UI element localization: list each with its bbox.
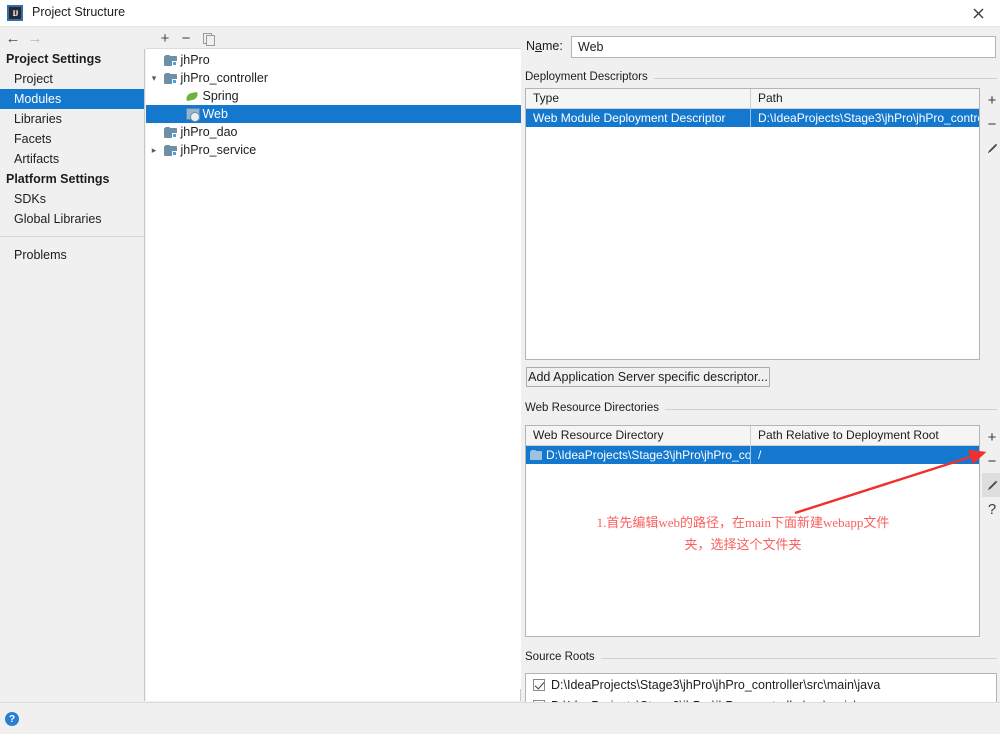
sidebar-item-global-libraries[interactable]: Global Libraries [0,209,144,229]
module-folder-icon [164,145,177,156]
module-folder-icon [164,55,177,66]
source-root-path: D:\IdeaProjects\Stage3\jhPro\jhPro_contr… [551,677,881,692]
sidebar-item-modules[interactable]: Modules [0,89,144,109]
project-structure-dialog: IJ Project Structure ← → Project Setting… [0,0,1000,734]
tree-node-spring[interactable]: Spring [146,87,521,105]
sidebar-item-facets[interactable]: Facets [0,129,144,149]
module-folder-icon [164,73,177,84]
cell-relative-path: / [750,446,979,464]
column-header-type[interactable]: Type [526,89,750,108]
tree-node-label: jhPro_controller [180,71,269,85]
remove-web-resource-icon[interactable]: − [982,449,1000,473]
add-web-resource-icon[interactable]: + [982,425,1000,449]
edit-web-resource-pencil-icon[interactable] [982,473,1000,497]
table-header-row: Type Path [526,89,979,109]
edit-descriptor-pencil-icon[interactable] [982,136,1000,160]
tree-node-jhpro[interactable]: jhPro [146,51,521,69]
window-title: Project Structure [32,5,126,19]
module-tree-panel: + − jhPro ▾ jhPro_controller Spring Web … [146,27,521,701]
help-icon[interactable]: ? [5,712,19,726]
checkbox-icon[interactable] [533,678,545,691]
tree-node-web[interactable]: Web [146,105,521,123]
cell-text: D:\IdeaProjects\Stage3\jhPro\jhPro_co... [546,448,750,462]
module-tree-list[interactable]: jhPro ▾ jhPro_controller Spring Web jhPr… [146,49,521,689]
web-resource-directories-caption: Web Resource Directories [525,402,997,416]
tree-node-jhpro-service[interactable]: ▸ jhPro_service [146,141,521,159]
dialog-footer: ? OK Cancel Apply [0,702,1000,734]
annotation-line-1: 1.首先编辑web的路径，在main下面新建webapp文件 [596,515,890,530]
deployment-descriptors-toolbar: + − [982,88,1000,160]
settings-sidebar: Project Settings Project Modules Librari… [0,49,145,701]
cell-web-resource-directory: D:\IdeaProjects\Stage3\jhPro\jhPro_co... [526,446,750,464]
tree-node-label: Spring [202,89,239,103]
column-header-path[interactable]: Path [750,89,979,108]
close-icon[interactable] [956,0,1000,27]
module-name-input[interactable]: Web [571,36,996,58]
column-header-path-relative[interactable]: Path Relative to Deployment Root [750,426,979,445]
add-module-icon[interactable]: + [155,28,175,48]
module-name-row: Name: Web [526,36,996,58]
idea-icon: IJ [7,5,23,21]
annotation-text: 1.首先编辑web的路径，在main下面新建webapp文件 夹，选择这个文件夹 [508,512,978,556]
table-header-row: Web Resource Directory Path Relative to … [526,426,979,446]
copy-module-icon[interactable] [198,28,218,48]
deployment-descriptors-table[interactable]: Type Path Web Module Deployment Descript… [525,88,980,360]
back-arrow-icon[interactable]: ← [4,30,22,46]
tree-node-jhpro-dao[interactable]: jhPro_dao [146,123,521,141]
add-descriptor-icon[interactable]: + [982,88,1000,112]
column-header-web-resource-directory[interactable]: Web Resource Directory [526,426,750,445]
button-label: Add Application Server specific descript… [528,370,768,384]
tree-node-label: jhPro_service [180,143,257,157]
remove-module-icon[interactable]: − [176,28,196,48]
cell-type: Web Module Deployment Descriptor [533,111,726,125]
sidebar-divider [0,236,144,237]
chevron-right-icon[interactable]: ▸ [148,141,160,159]
spring-icon [186,91,199,102]
web-icon [186,108,200,122]
sidebar-item-sdks[interactable]: SDKs [0,189,144,209]
sidebar-item-libraries[interactable]: Libraries [0,109,144,129]
forward-arrow-icon[interactable]: → [26,30,44,46]
sidebar-item-project[interactable]: Project [0,69,144,89]
folder-icon [530,450,542,460]
title-bar: IJ Project Structure [0,0,1000,27]
module-name-label: Name: [526,39,563,53]
add-application-server-descriptor-button[interactable]: Add Application Server specific descript… [526,367,770,387]
module-folder-icon [164,127,177,138]
annotation-line-2: 夹，选择这个文件夹 [684,537,802,552]
sidebar-item-problems[interactable]: Problems [0,245,144,265]
navigation-row: ← → [0,27,145,49]
cell-path: D:\IdeaProjects\Stage3\jhPro\jhPro_contr… [750,109,979,127]
web-resource-help-icon[interactable]: ? [982,497,1000,521]
table-row[interactable]: D:\IdeaProjects\Stage3\jhPro\jhPro_co...… [526,446,979,464]
sidebar-group-project-settings: Project Settings [6,52,102,66]
source-roots-caption: Source Roots [525,651,997,665]
module-detail-panel: Name: Web Deployment Descriptors Type Pa… [522,27,1000,729]
web-resource-directories-toolbar: + − ? [982,425,1000,521]
remove-descriptor-icon[interactable]: − [982,112,1000,136]
sidebar-item-artifacts[interactable]: Artifacts [0,149,144,169]
list-item[interactable]: D:\IdeaProjects\Stage3\jhPro\jhPro_contr… [526,674,996,695]
sidebar-group-platform-settings: Platform Settings [6,172,110,186]
tree-node-label: jhPro [180,53,210,67]
tree-node-jhpro-controller[interactable]: ▾ jhPro_controller [146,69,521,87]
table-row[interactable]: Web Module Deployment Descriptor D:\Idea… [526,109,979,127]
tree-node-label: Web [202,107,228,121]
deployment-descriptors-caption: Deployment Descriptors [525,71,997,85]
module-tree-toolbar: + − [146,27,521,49]
chevron-down-icon[interactable]: ▾ [148,69,160,87]
tree-node-label: jhPro_dao [180,125,238,139]
